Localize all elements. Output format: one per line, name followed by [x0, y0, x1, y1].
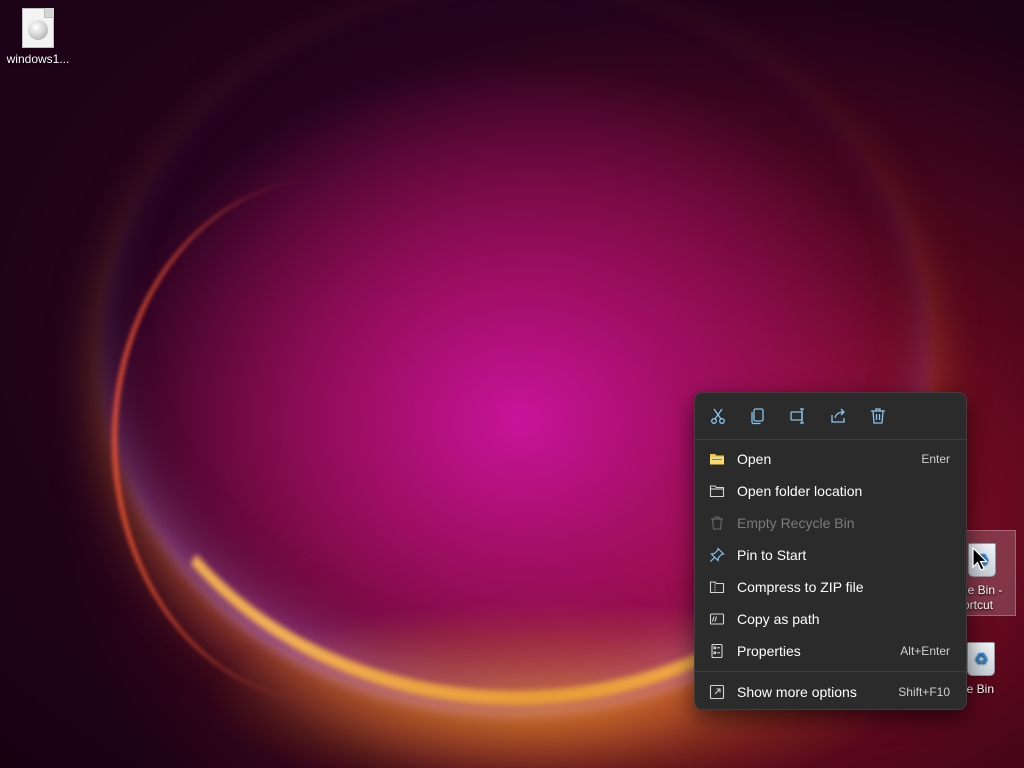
desktop[interactable]: windows1... ♻ cle Bin - ortcut ♻ cle Bin: [0, 0, 1024, 768]
menu-item-shortcut: Alt+Enter: [900, 644, 950, 658]
disc-image-file-icon: [22, 8, 54, 48]
menu-item-compress-to-zip[interactable]: Compress to ZIP file: [701, 572, 960, 602]
menu-item-label: Show more options: [737, 684, 857, 700]
pin-icon: [708, 546, 726, 564]
menu-item-pin-to-start[interactable]: Pin to Start: [701, 540, 960, 570]
menu-item-label: Empty Recycle Bin: [737, 515, 855, 531]
desktop-icon-label: windows1...: [6, 52, 70, 66]
properties-icon: [708, 642, 726, 660]
share-icon: [831, 408, 845, 423]
menu-item-open-folder-location[interactable]: Open folder location: [701, 476, 960, 506]
menu-item-empty-recycle-bin: Empty Recycle Bin: [701, 508, 960, 538]
rename-button[interactable]: [785, 403, 811, 429]
share-button[interactable]: [825, 403, 851, 429]
menu-item-open[interactable]: Open Enter: [701, 444, 960, 474]
context-menu-toolbar: [695, 393, 966, 440]
zip-icon: [708, 578, 726, 596]
menu-item-show-more-options[interactable]: Show more options Shift+F10: [701, 677, 960, 707]
menu-item-label: Copy as path: [737, 611, 820, 627]
folder-icon: [708, 482, 726, 500]
cut-icon: [711, 408, 725, 424]
menu-item-shortcut: Enter: [921, 452, 950, 466]
trash-icon: [708, 514, 726, 532]
menu-item-label: Open folder location: [737, 483, 863, 499]
path-icon: [708, 610, 726, 628]
copy-icon: [751, 408, 764, 425]
menu-item-label: Properties: [737, 643, 801, 659]
copy-button[interactable]: [745, 403, 771, 429]
cut-button[interactable]: [705, 403, 731, 429]
menu-item-label: Pin to Start: [737, 547, 807, 563]
folder-open-icon: [708, 450, 726, 468]
delete-button[interactable]: [865, 403, 891, 429]
mouse-cursor-icon: [972, 547, 988, 571]
desktop-icon-windows-file[interactable]: windows1...: [0, 8, 76, 67]
rename-icon: [790, 408, 804, 424]
recycle-bin-icon: ♻: [964, 636, 998, 678]
context-menu: Open Enter Open folder location Empty Re…: [694, 392, 967, 710]
menu-item-label: Open: [737, 451, 772, 467]
menu-item-label: Compress to ZIP file: [737, 579, 864, 595]
menu-item-copy-as-path[interactable]: Copy as path: [701, 604, 960, 634]
menu-item-properties[interactable]: Properties Alt+Enter: [701, 636, 960, 666]
menu-separator: [695, 671, 966, 672]
menu-item-shortcut: Shift+F10: [898, 685, 950, 699]
delete-icon: [871, 408, 885, 424]
more-options-icon: [708, 683, 726, 701]
